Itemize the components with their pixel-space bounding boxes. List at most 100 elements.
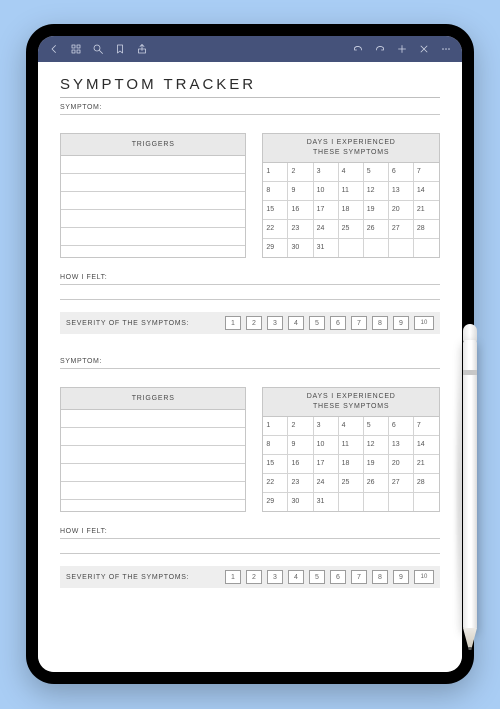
day-cell[interactable] bbox=[414, 492, 439, 511]
writing-line[interactable] bbox=[60, 285, 440, 300]
close-icon[interactable] bbox=[418, 43, 430, 55]
day-cell[interactable]: 15 bbox=[263, 200, 288, 219]
day-cell[interactable]: 13 bbox=[389, 435, 414, 454]
how-i-felt-field[interactable]: HOW I FELT: bbox=[60, 522, 440, 539]
severity-option[interactable]: 8 bbox=[372, 316, 388, 330]
day-cell[interactable]: 28 bbox=[414, 219, 439, 238]
day-cell[interactable]: 2 bbox=[288, 417, 313, 435]
day-cell[interactable]: 21 bbox=[414, 454, 439, 473]
severity-option[interactable]: 3 bbox=[267, 570, 283, 584]
severity-option[interactable]: 4 bbox=[288, 570, 304, 584]
day-cell[interactable]: 2 bbox=[288, 163, 313, 181]
severity-option[interactable]: 7 bbox=[351, 570, 367, 584]
day-cell[interactable] bbox=[389, 238, 414, 257]
undo-icon[interactable] bbox=[352, 43, 364, 55]
how-i-felt-field[interactable]: HOW I FELT: bbox=[60, 268, 440, 285]
day-cell[interactable]: 24 bbox=[314, 219, 339, 238]
day-cell[interactable]: 15 bbox=[263, 454, 288, 473]
day-cell[interactable]: 6 bbox=[389, 163, 414, 181]
day-cell[interactable]: 16 bbox=[288, 200, 313, 219]
day-cell[interactable]: 18 bbox=[339, 454, 364, 473]
day-cell[interactable]: 26 bbox=[364, 219, 389, 238]
redo-icon[interactable] bbox=[374, 43, 386, 55]
severity-option[interactable]: 1 bbox=[225, 316, 241, 330]
day-cell[interactable]: 10 bbox=[314, 181, 339, 200]
day-cell[interactable]: 17 bbox=[314, 200, 339, 219]
severity-option[interactable]: 2 bbox=[246, 316, 262, 330]
back-icon[interactable] bbox=[48, 43, 60, 55]
triggers-box[interactable]: TRIGGERS bbox=[60, 133, 246, 258]
symptom-field[interactable]: SYMPTOM: bbox=[60, 352, 440, 369]
day-cell[interactable]: 8 bbox=[263, 435, 288, 454]
day-cell[interactable]: 14 bbox=[414, 435, 439, 454]
severity-option[interactable]: 6 bbox=[330, 316, 346, 330]
day-cell[interactable]: 30 bbox=[288, 492, 313, 511]
day-cell[interactable]: 23 bbox=[288, 473, 313, 492]
day-cell[interactable]: 3 bbox=[314, 417, 339, 435]
day-cell[interactable]: 4 bbox=[339, 163, 364, 181]
day-cell[interactable]: 1 bbox=[263, 417, 288, 435]
triggers-writing-area[interactable] bbox=[61, 410, 245, 502]
bookmark-icon[interactable] bbox=[114, 43, 126, 55]
severity-option[interactable]: 9 bbox=[393, 570, 409, 584]
search-icon[interactable] bbox=[92, 43, 104, 55]
day-cell[interactable]: 31 bbox=[314, 238, 339, 257]
day-cell[interactable]: 11 bbox=[339, 435, 364, 454]
day-cell[interactable] bbox=[339, 492, 364, 511]
day-cell[interactable]: 24 bbox=[314, 473, 339, 492]
day-cell[interactable]: 14 bbox=[414, 181, 439, 200]
day-cell[interactable]: 23 bbox=[288, 219, 313, 238]
severity-option[interactable]: 7 bbox=[351, 316, 367, 330]
day-cell[interactable] bbox=[339, 238, 364, 257]
add-icon[interactable] bbox=[396, 43, 408, 55]
thumbnails-icon[interactable] bbox=[70, 43, 82, 55]
severity-option[interactable]: 9 bbox=[393, 316, 409, 330]
day-cell[interactable]: 17 bbox=[314, 454, 339, 473]
day-cell[interactable]: 27 bbox=[389, 219, 414, 238]
day-cell[interactable]: 7 bbox=[414, 163, 439, 181]
day-cell[interactable]: 9 bbox=[288, 181, 313, 200]
day-cell[interactable]: 12 bbox=[364, 435, 389, 454]
more-icon[interactable] bbox=[440, 43, 452, 55]
severity-option[interactable]: 8 bbox=[372, 570, 388, 584]
day-cell[interactable]: 30 bbox=[288, 238, 313, 257]
day-cell[interactable]: 4 bbox=[339, 417, 364, 435]
day-cell[interactable] bbox=[389, 492, 414, 511]
triggers-writing-area[interactable] bbox=[61, 156, 245, 248]
severity-option[interactable]: 5 bbox=[309, 570, 325, 584]
day-cell[interactable]: 31 bbox=[314, 492, 339, 511]
day-cell[interactable]: 7 bbox=[414, 417, 439, 435]
day-cell[interactable]: 20 bbox=[389, 200, 414, 219]
day-cell[interactable]: 5 bbox=[364, 163, 389, 181]
share-icon[interactable] bbox=[136, 43, 148, 55]
severity-option[interactable]: 4 bbox=[288, 316, 304, 330]
day-cell[interactable]: 16 bbox=[288, 454, 313, 473]
day-cell[interactable]: 19 bbox=[364, 454, 389, 473]
day-cell[interactable]: 29 bbox=[263, 492, 288, 511]
day-cell[interactable]: 6 bbox=[389, 417, 414, 435]
day-cell[interactable]: 20 bbox=[389, 454, 414, 473]
severity-option[interactable]: 2 bbox=[246, 570, 262, 584]
day-cell[interactable]: 26 bbox=[364, 473, 389, 492]
day-cell[interactable]: 22 bbox=[263, 473, 288, 492]
day-cell[interactable]: 25 bbox=[339, 219, 364, 238]
day-cell[interactable]: 11 bbox=[339, 181, 364, 200]
day-cell[interactable] bbox=[414, 238, 439, 257]
day-cell[interactable]: 12 bbox=[364, 181, 389, 200]
severity-option[interactable]: 5 bbox=[309, 316, 325, 330]
day-cell[interactable]: 10 bbox=[314, 435, 339, 454]
day-cell[interactable]: 22 bbox=[263, 219, 288, 238]
symptom-field[interactable]: SYMPTOM: bbox=[60, 98, 440, 115]
severity-option[interactable]: 10 bbox=[414, 570, 434, 584]
document-page[interactable]: SYMPTOM TRACKER SYMPTOM: TRIGGERS DAYS I… bbox=[38, 62, 462, 672]
day-cell[interactable] bbox=[364, 238, 389, 257]
day-cell[interactable]: 3 bbox=[314, 163, 339, 181]
day-cell[interactable]: 28 bbox=[414, 473, 439, 492]
day-cell[interactable]: 27 bbox=[389, 473, 414, 492]
day-cell[interactable]: 25 bbox=[339, 473, 364, 492]
writing-line[interactable] bbox=[60, 539, 440, 554]
day-cell[interactable]: 1 bbox=[263, 163, 288, 181]
day-cell[interactable]: 18 bbox=[339, 200, 364, 219]
day-cell[interactable] bbox=[364, 492, 389, 511]
day-cell[interactable]: 29 bbox=[263, 238, 288, 257]
